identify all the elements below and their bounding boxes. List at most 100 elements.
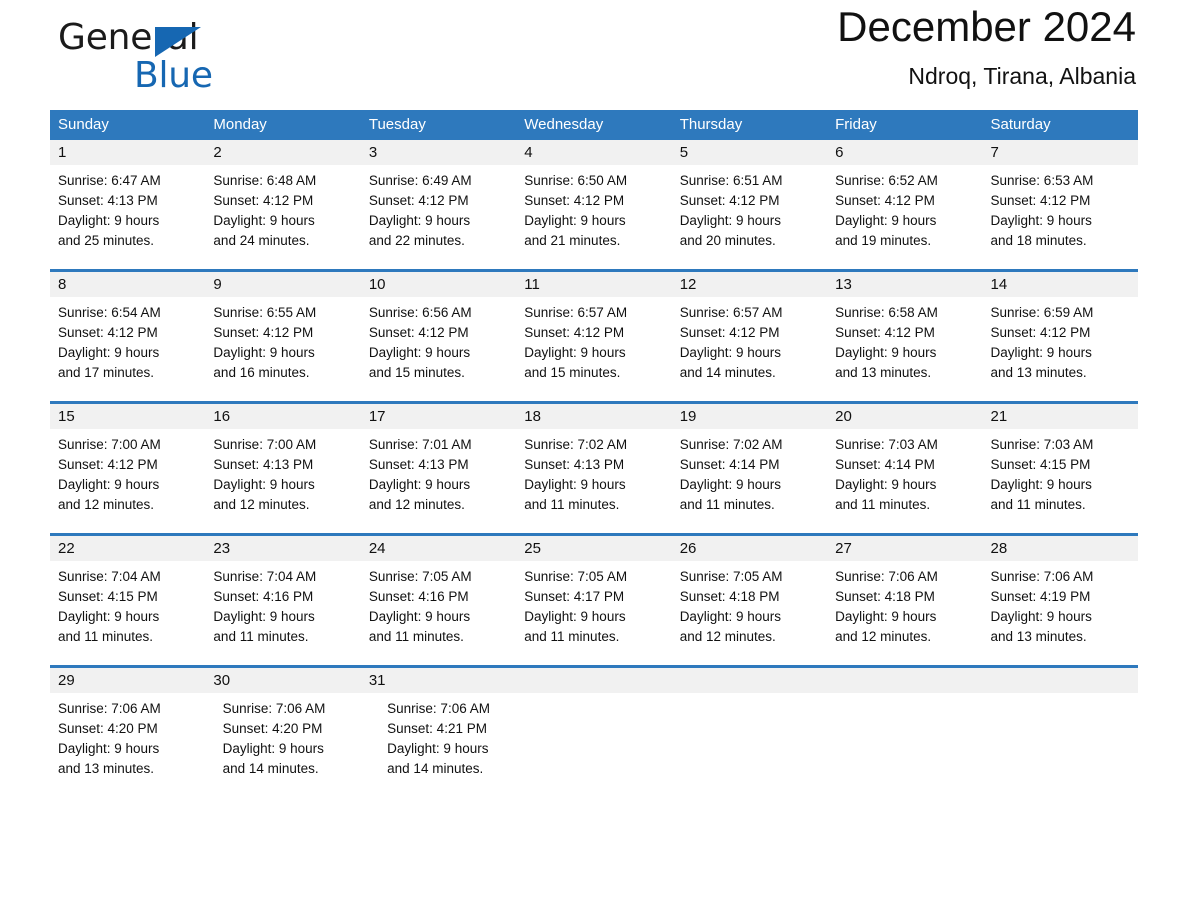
week-daynumber-row: 22 23 24 25 26 27 28 [50, 536, 1138, 561]
day-cell[interactable]: Sunrise: 6:58 AM Sunset: 4:12 PM Dayligh… [827, 297, 982, 391]
day-cell[interactable]: Sunrise: 7:00 AM Sunset: 4:13 PM Dayligh… [205, 429, 360, 523]
day-cell[interactable]: Sunrise: 6:54 AM Sunset: 4:12 PM Dayligh… [50, 297, 205, 391]
sunset-text: Sunset: 4:12 PM [679, 193, 780, 208]
sunrise-text: Sunrise: 7:06 AM [835, 569, 938, 584]
sunrise-text: Sunrise: 6:48 AM [213, 173, 317, 188]
day-number[interactable]: 4 [516, 140, 671, 165]
daylight-text-line2: and 11 minutes. [213, 629, 309, 644]
day-number[interactable]: 6 [827, 140, 982, 165]
day-number[interactable]: 17 [361, 404, 516, 429]
sunrise-text: Sunrise: 6:55 AM [213, 305, 317, 320]
day-number[interactable]: 25 [516, 536, 671, 561]
day-cell[interactable]: Sunrise: 6:53 AM Sunset: 4:12 PM Dayligh… [983, 165, 1138, 259]
day-cell[interactable]: Sunrise: 7:06 AM Sunset: 4:18 PM Dayligh… [827, 561, 982, 655]
day-cell[interactable]: Sunrise: 7:00 AM Sunset: 4:12 PM Dayligh… [50, 429, 205, 523]
sunset-text: Sunset: 4:18 PM [679, 589, 780, 604]
daylight-text-line2: and 17 minutes. [58, 365, 155, 380]
daylight-text-line2: and 13 minutes. [990, 629, 1087, 644]
day-cell[interactable]: Sunrise: 7:06 AM Sunset: 4:20 PM Dayligh… [50, 693, 215, 787]
day-cell[interactable]: Sunrise: 7:01 AM Sunset: 4:13 PM Dayligh… [361, 429, 516, 523]
day-cell[interactable]: Sunrise: 6:57 AM Sunset: 4:12 PM Dayligh… [672, 297, 827, 391]
day-number[interactable]: 23 [205, 536, 360, 561]
day-cell[interactable]: Sunrise: 7:04 AM Sunset: 4:15 PM Dayligh… [50, 561, 205, 655]
day-number[interactable]: 20 [827, 404, 982, 429]
day-number[interactable]: 24 [361, 536, 516, 561]
day-cell[interactable]: Sunrise: 6:59 AM Sunset: 4:12 PM Dayligh… [983, 297, 1138, 391]
day-cell[interactable]: Sunrise: 6:55 AM Sunset: 4:12 PM Dayligh… [205, 297, 360, 391]
day-cell[interactable]: Sunrise: 7:04 AM Sunset: 4:16 PM Dayligh… [205, 561, 360, 655]
day-cell[interactable]: Sunrise: 6:48 AM Sunset: 4:12 PM Dayligh… [205, 165, 360, 259]
daylight-text-line2: and 11 minutes. [990, 497, 1086, 512]
day-number[interactable]: 15 [50, 404, 205, 429]
sunset-text: Sunset: 4:13 PM [368, 457, 469, 472]
daylight-text-line2: and 24 minutes. [213, 233, 310, 248]
day-number[interactable]: 26 [672, 536, 827, 561]
day-cell[interactable]: Sunrise: 7:03 AM Sunset: 4:14 PM Dayligh… [827, 429, 982, 523]
day-number[interactable]: 19 [672, 404, 827, 429]
sunrise-text: Sunrise: 7:06 AM [58, 701, 161, 716]
sunrise-text: Sunrise: 6:59 AM [990, 305, 1094, 320]
day-cell[interactable]: Sunrise: 7:03 AM Sunset: 4:15 PM Dayligh… [983, 429, 1138, 523]
daylight-text-line1: Daylight: 9 hours [990, 609, 1092, 624]
day-cell[interactable]: Sunrise: 6:51 AM Sunset: 4:12 PM Dayligh… [672, 165, 827, 259]
sunset-text: Sunset: 4:12 PM [524, 193, 625, 208]
sunset-text: Sunset: 4:13 PM [524, 457, 625, 472]
sunset-text: Sunset: 4:12 PM [835, 193, 935, 208]
day-number[interactable]: 21 [983, 404, 1138, 429]
day-number[interactable]: 5 [672, 140, 827, 165]
day-number[interactable]: 29 [50, 668, 205, 693]
day-cell[interactable]: Sunrise: 7:02 AM Sunset: 4:13 PM Dayligh… [516, 429, 671, 523]
sunrise-text: Sunrise: 6:54 AM [58, 305, 161, 320]
day-cell-empty [989, 693, 1138, 787]
day-cell[interactable]: Sunrise: 6:57 AM Sunset: 4:12 PM Dayligh… [516, 297, 671, 391]
day-cell[interactable]: Sunrise: 6:56 AM Sunset: 4:12 PM Dayligh… [361, 297, 516, 391]
day-number[interactable]: 13 [827, 272, 982, 297]
day-cell[interactable]: Sunrise: 7:05 AM Sunset: 4:16 PM Dayligh… [361, 561, 516, 655]
daylight-text-line2: and 11 minutes. [679, 497, 775, 512]
day-number[interactable]: 7 [983, 140, 1138, 165]
day-cell[interactable]: Sunrise: 7:05 AM Sunset: 4:18 PM Dayligh… [672, 561, 827, 655]
day-number[interactable]: 9 [205, 272, 360, 297]
page-header: General Blue December 2024 Ndroq, Tirana… [50, 0, 1138, 110]
daylight-text-line2: and 12 minutes. [368, 497, 465, 512]
day-number[interactable]: 18 [516, 404, 671, 429]
day-number[interactable]: 1 [50, 140, 205, 165]
sunset-text: Sunset: 4:15 PM [990, 457, 1091, 472]
sunrise-text: Sunrise: 7:02 AM [679, 437, 783, 452]
daylight-text-line2: and 15 minutes. [524, 365, 621, 380]
day-number[interactable]: 28 [983, 536, 1138, 561]
day-number[interactable]: 3 [361, 140, 516, 165]
day-number-empty [983, 668, 1138, 693]
day-number[interactable]: 12 [672, 272, 827, 297]
day-number[interactable]: 14 [983, 272, 1138, 297]
day-cell[interactable]: Sunrise: 6:52 AM Sunset: 4:12 PM Dayligh… [827, 165, 982, 259]
day-number[interactable]: 16 [205, 404, 360, 429]
day-cell[interactable]: Sunrise: 6:47 AM Sunset: 4:13 PM Dayligh… [50, 165, 205, 259]
sunrise-text: Sunrise: 6:50 AM [524, 173, 628, 188]
day-number[interactable]: 10 [361, 272, 516, 297]
sunset-text: Sunset: 4:12 PM [679, 325, 780, 340]
day-number-empty [516, 668, 671, 693]
day-number[interactable]: 11 [516, 272, 671, 297]
daylight-text-line1: Daylight: 9 hours [58, 345, 160, 360]
sunrise-text: Sunrise: 7:04 AM [213, 569, 317, 584]
sunrise-text: Sunrise: 6:47 AM [58, 173, 161, 188]
day-cell[interactable]: Sunrise: 6:50 AM Sunset: 4:12 PM Dayligh… [516, 165, 671, 259]
day-cell[interactable]: Sunrise: 6:49 AM Sunset: 4:12 PM Dayligh… [361, 165, 516, 259]
day-number[interactable]: 31 [361, 668, 516, 693]
daylight-text-line1: Daylight: 9 hours [222, 741, 324, 756]
day-number[interactable]: 27 [827, 536, 982, 561]
brand-logo[interactable]: General Blue [58, 18, 378, 104]
daylight-text-line1: Daylight: 9 hours [524, 477, 626, 492]
day-cell[interactable]: Sunrise: 7:06 AM Sunset: 4:21 PM Dayligh… [379, 693, 544, 787]
day-number[interactable]: 2 [205, 140, 360, 165]
day-number[interactable]: 22 [50, 536, 205, 561]
day-number[interactable]: 8 [50, 272, 205, 297]
week-row: 22 23 24 25 26 27 28 Sunrise: 7:04 AM Su… [50, 533, 1138, 655]
day-number[interactable]: 30 [205, 668, 360, 693]
day-cell[interactable]: Sunrise: 7:06 AM Sunset: 4:20 PM Dayligh… [215, 693, 380, 787]
day-cell[interactable]: Sunrise: 7:06 AM Sunset: 4:19 PM Dayligh… [983, 561, 1138, 655]
day-cell[interactable]: Sunrise: 7:02 AM Sunset: 4:14 PM Dayligh… [672, 429, 827, 523]
day-number-empty [672, 668, 827, 693]
day-cell[interactable]: Sunrise: 7:05 AM Sunset: 4:17 PM Dayligh… [516, 561, 671, 655]
